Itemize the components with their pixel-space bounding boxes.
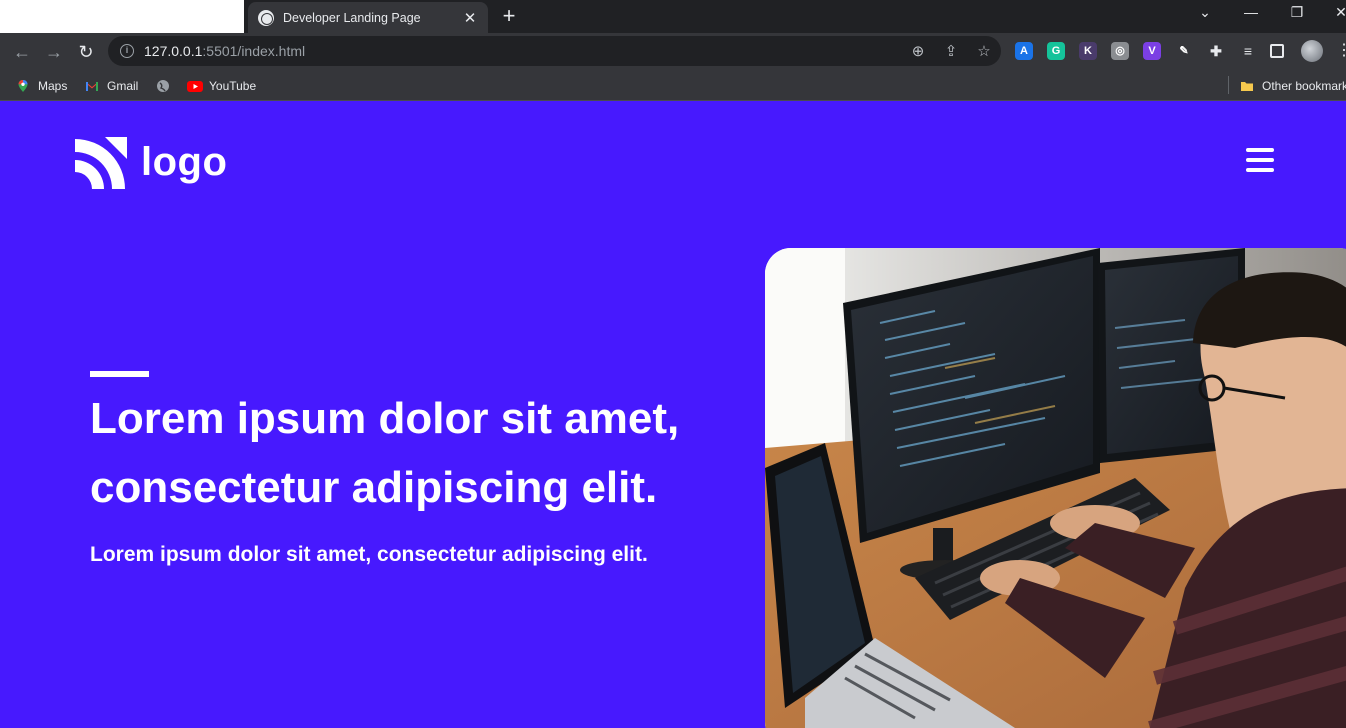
logo-text: logo <box>141 140 228 184</box>
hero-title: Lorem ipsum dolor sit amet, consectetur … <box>90 394 680 512</box>
profile-avatar[interactable] <box>1301 40 1323 62</box>
url-host: 127.0.0.1 <box>144 43 203 59</box>
side-panel-icon[interactable] <box>1270 44 1284 58</box>
address-bar[interactable]: i 127.0.0.1:5501/index.html ⊕ ⇪ ☆ <box>108 36 1001 66</box>
blank-tab-area[interactable] <box>0 0 244 33</box>
extensions-puzzle-icon[interactable]: ✚ <box>1207 42 1225 60</box>
hero-developer-photo <box>765 248 1346 728</box>
reading-list-icon[interactable]: ≡ <box>1239 42 1257 60</box>
logo-mark-icon <box>75 137 127 194</box>
bookmark-label: Maps <box>38 79 68 93</box>
tab-developer-landing-page[interactable]: Developer Landing Page ✕ <box>248 2 488 33</box>
pen-extension-icon[interactable]: ✎ <box>1175 42 1193 60</box>
bookmark-globe[interactable] <box>156 76 178 96</box>
other-bookmarks-label: Other bookmarks <box>1262 79 1346 93</box>
close-window-button[interactable]: ✕ <box>1326 4 1346 26</box>
landing-page: logo Lorem ipsum dolor sit amet, consect… <box>0 102 1346 728</box>
capture-extension-icon[interactable]: ◎ <box>1111 42 1129 60</box>
bookmark-star-icon[interactable]: ☆ <box>974 42 994 62</box>
zoom-icon[interactable]: ⊕ <box>908 42 928 62</box>
tab-search-chevron-icon[interactable]: ⌄ <box>1190 4 1220 26</box>
folder-icon <box>1240 79 1254 93</box>
bookmark-youtube[interactable]: YouTube <box>187 76 256 96</box>
bookmarks-bar: Maps Gmail YouTube Other bookmarks <box>0 70 1346 101</box>
youtube-icon <box>187 79 203 93</box>
gmail-icon <box>85 79 99 93</box>
k-extension-icon[interactable]: K <box>1079 42 1097 60</box>
translate-extension-icon[interactable]: A <box>1015 42 1033 60</box>
tab-title: Developer Landing Page <box>283 10 421 25</box>
bookmark-label: Gmail <box>107 79 139 93</box>
close-tab-icon[interactable]: ✕ <box>462 9 478 27</box>
forward-button[interactable]: → <box>42 40 66 64</box>
url-path: :5501/index.html <box>202 43 306 59</box>
hero-subtitle: Lorem ipsum dolor sit amet, consectetur … <box>90 543 648 566</box>
bookmark-gmail[interactable]: Gmail <box>85 76 138 96</box>
bookmarks-divider <box>1228 76 1229 94</box>
globe-icon <box>258 9 274 26</box>
site-logo[interactable]: logo <box>75 137 227 194</box>
restore-button[interactable]: ❐ <box>1282 4 1312 26</box>
share-icon[interactable]: ⇪ <box>941 42 961 62</box>
v-extension-icon[interactable]: V <box>1143 42 1161 60</box>
reload-button[interactable]: ↻ <box>74 40 98 64</box>
browser-toolbar: ← → ↻ i 127.0.0.1:5501/index.html ⊕ ⇪ ☆ … <box>0 33 1346 70</box>
grammarly-extension-icon[interactable]: G <box>1047 42 1065 60</box>
minimize-button[interactable]: — <box>1236 4 1266 26</box>
back-button[interactable]: ← <box>10 40 34 64</box>
hamburger-menu-icon[interactable] <box>1246 148 1274 174</box>
bookmark-label: YouTube <box>209 79 257 93</box>
maps-icon <box>16 79 30 93</box>
globe-icon <box>156 79 170 93</box>
bookmark-maps[interactable]: Maps <box>16 76 67 96</box>
site-info-icon[interactable]: i <box>120 44 134 58</box>
tab-strip: Developer Landing Page ✕ + ⌄ — ❐ ✕ <box>0 0 1346 33</box>
hero-accent-line <box>90 371 149 377</box>
menu-kebab-icon[interactable]: ⋮ <box>1336 42 1346 60</box>
other-bookmarks-folder[interactable]: Other bookmarks <box>1240 76 1346 96</box>
new-tab-button[interactable]: + <box>496 4 522 30</box>
